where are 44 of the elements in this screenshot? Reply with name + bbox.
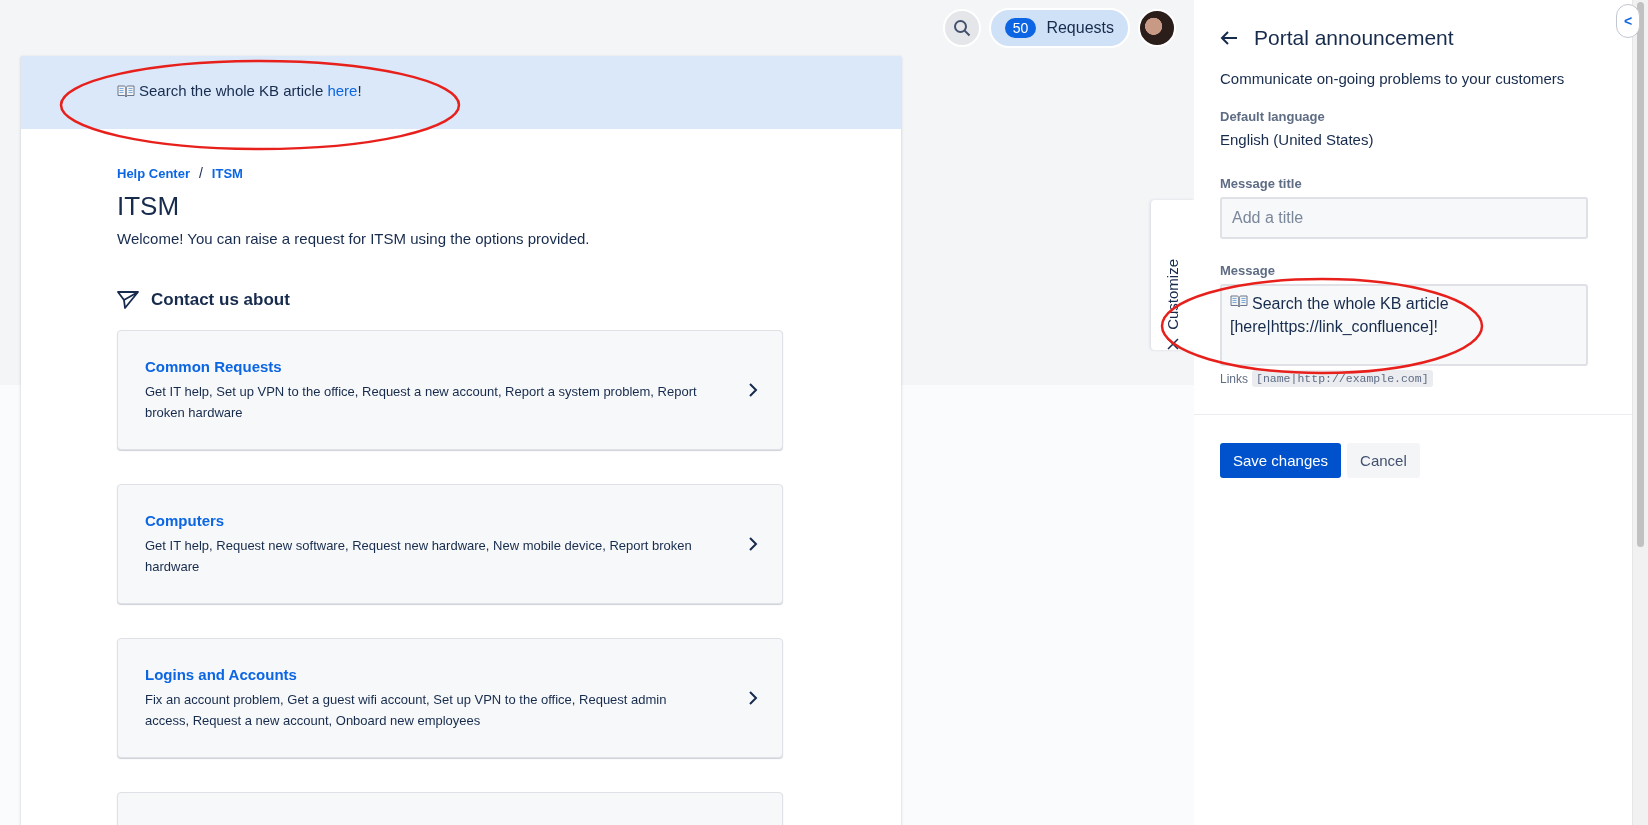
breadcrumb-link[interactable]: Help Center [117,165,190,181]
paper-plane-icon [117,290,139,310]
chevron-right-icon [748,691,758,705]
requests-button[interactable]: 50 Requests [988,8,1130,48]
avatar[interactable] [1138,9,1176,47]
search-icon [952,19,971,37]
language-value: English (United States) [1220,131,1375,148]
field-label: Default language [1220,109,1326,124]
book-icon [117,84,135,98]
field-label: Message [1220,263,1276,278]
card-description: Get IT help, Set up VPN to the office, Request a new account, Report a system problem, Report broken hardware [145,382,698,422]
page-title: ITSM [117,191,181,222]
collapse-button[interactable]: < [1616,4,1640,38]
chevron-right-icon [748,383,758,397]
hint-code: [name|http://example.com] [1252,370,1433,387]
card-description: Fix an account problem, Get a guest wifi account, Set up VPN to the office, Request admin access, Request a new account, Onboard new employees [145,690,668,730]
panel-title: Portal announcement [1254,26,1454,50]
card-title[interactable]: Computers [145,511,705,529]
category-card[interactable]: Common Requests Get IT help, Set up VPN to the office, Request a new account, Report a system problem, Report broken hardware [117,330,783,450]
title-input[interactable]: Add a title [1220,197,1588,239]
book-icon [1230,294,1248,308]
card-title[interactable]: Logins and Accounts [145,665,705,683]
announcement-link[interactable]: here [327,82,358,99]
field-label: Message title [1220,176,1303,191]
scrollbar-thumb[interactable] [1637,2,1644,547]
announcement-text: Search the whole KB article here! [139,82,362,99]
chevron-right-icon [748,537,758,551]
close-icon [1166,338,1179,350]
breadcrumb-link[interactable]: ITSM [211,165,243,181]
hint-label: Links [1220,371,1248,386]
cancel-button[interactable]: Cancel [1347,443,1420,478]
customize-tab[interactable]: Customize [1151,200,1194,350]
section-title: Contact us about [151,290,290,310]
category-card[interactable]: Logins and Accounts Fix an account problem, Get a guest wifi account, Set up VPN to the office, Request admin access, Request a new account, Onboard new employees [117,638,783,758]
search-button[interactable] [942,9,981,47]
welcome-text: Welcome! You can raise a request for ITSM using the options provided. [117,230,590,247]
card-title[interactable]: Common Requests [145,357,705,375]
message-field[interactable]: Search the whole KB article [here|https://link_confluence]! [1220,284,1588,366]
back-arrow-icon[interactable] [1220,30,1238,46]
card-description: Get IT help, Request new software, Request new hardware, New mobile device, Report broken hardware [145,536,693,576]
save-button[interactable]: Save changes [1220,443,1342,478]
category-card[interactable]: Computers Get IT help, Request new software, Request new hardware, New mobile device, Report broken hardware [117,484,783,604]
breadcrumb-separator: / [198,165,203,181]
panel-subtitle: Communicate on-going problems to your customers [1220,70,1566,87]
